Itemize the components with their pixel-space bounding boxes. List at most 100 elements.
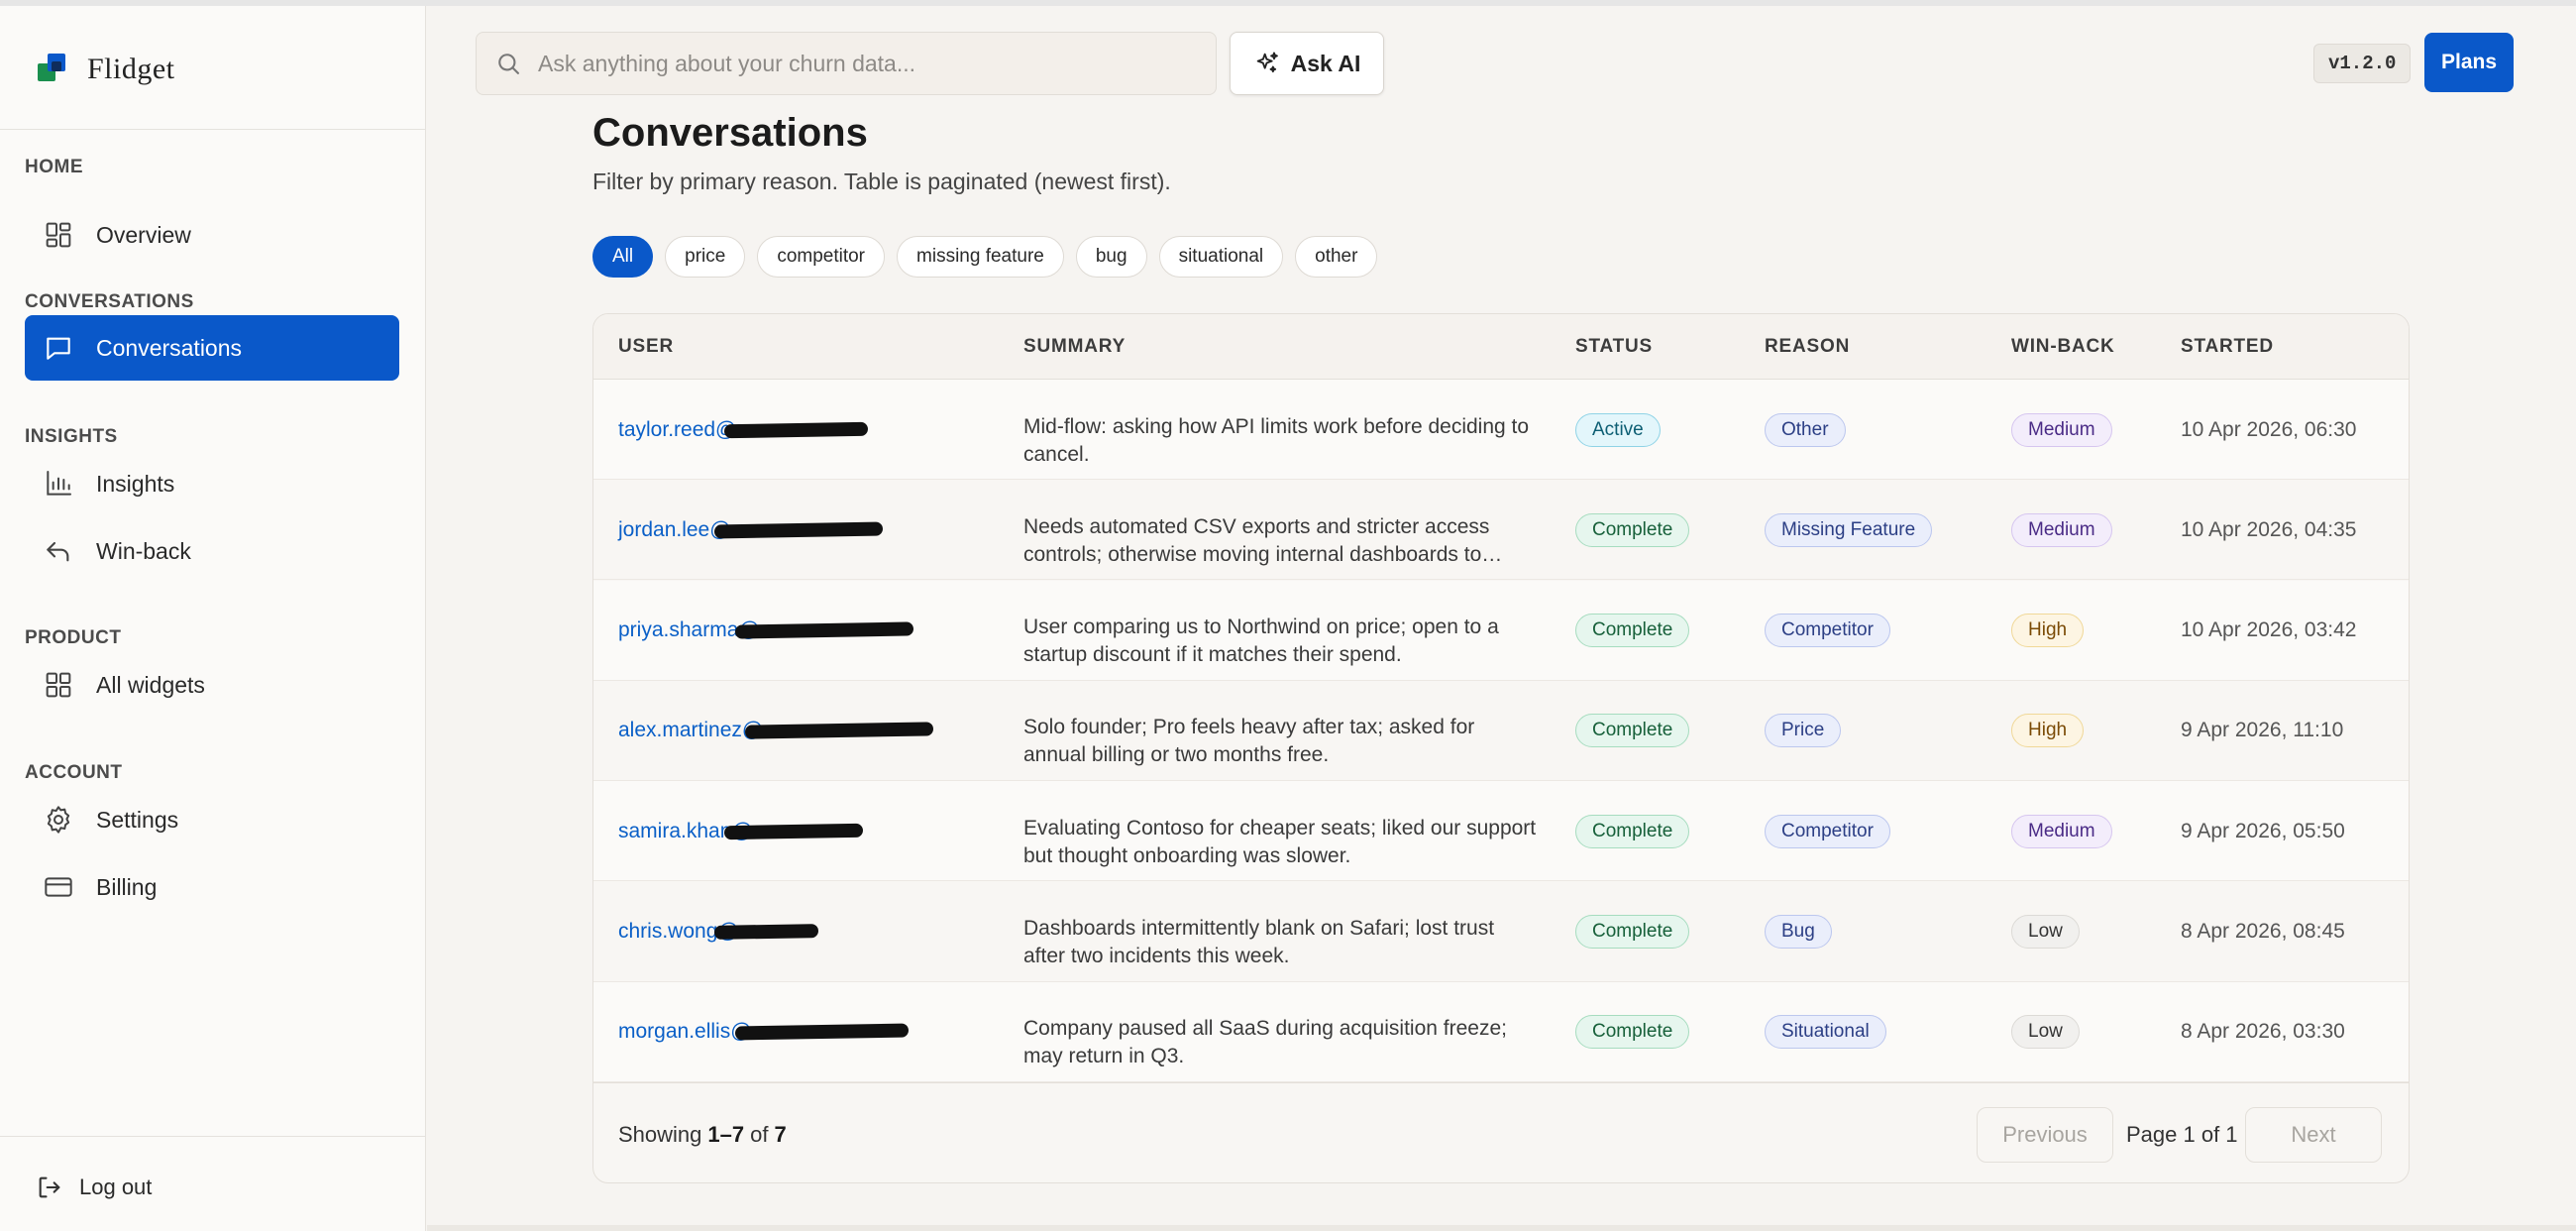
started-date: 8 Apr 2026, 03:30 [2181, 1020, 2345, 1044]
column-header-status[interactable]: STATUS [1575, 314, 1653, 380]
started-date: 9 Apr 2026, 05:50 [2181, 819, 2345, 842]
winback-cell: Low [2011, 882, 2080, 982]
filter-chip-missing-feature[interactable]: missing feature [897, 236, 1064, 278]
winback-badge: Medium [2011, 512, 2112, 547]
user-email-link[interactable]: jordan.lee@ [618, 518, 883, 542]
column-header-summary[interactable]: SUMMARY [1023, 314, 1126, 380]
logout-button[interactable]: Log out [36, 1174, 152, 1201]
reason-cell: Other [1765, 380, 1846, 480]
table-row[interactable]: jordan.lee@ Needs automated CSV exports a… [593, 480, 2409, 581]
sidebar-item-win-back[interactable]: Win-back [25, 518, 399, 584]
summary-text: Company paused all SaaS during acquisiti… [1023, 1017, 1507, 1068]
conversations-table: USER SUMMARY STATUS REASON WIN-BACK STAR… [592, 313, 2410, 1183]
user-email-link[interactable]: alex.martinez@ [618, 719, 934, 742]
sidebar-item-label: Conversations [96, 334, 243, 361]
column-header-reason[interactable]: REASON [1765, 314, 1850, 380]
app-name: Flidget [87, 53, 175, 85]
user-email-link[interactable]: priya.sharma@ [618, 618, 913, 642]
plans-button[interactable]: Plans [2424, 33, 2514, 92]
summary-text: User comparing us to Northwind on price;… [1023, 616, 1499, 667]
status-badge: Complete [1575, 915, 1690, 949]
sidebar-item-label: Billing [96, 873, 158, 900]
summary-text: Solo founder; Pro feels heavy after tax;… [1023, 716, 1475, 767]
reason-badge: Competitor [1765, 614, 1890, 648]
filter-chip-competitor[interactable]: competitor [757, 236, 886, 278]
table-row[interactable]: chris.wong@ Dashboards intermittently bla… [593, 882, 2409, 982]
filter-chip-other[interactable]: other [1295, 236, 1378, 278]
started-cell: 10 Apr 2026, 06:30 [2181, 380, 2357, 480]
user-cell: taylor.reed@ [618, 380, 869, 480]
redaction-mark [734, 621, 913, 639]
sidebar-item-label: All widgets [96, 671, 205, 698]
status-badge: Complete [1575, 512, 1690, 547]
summary-cell: Dashboards intermittently blank on Safar… [1023, 882, 1539, 982]
column-header-user[interactable]: USER [618, 314, 674, 380]
started-cell: 8 Apr 2026, 08:45 [2181, 882, 2345, 982]
summary-cell: User comparing us to Northwind on price;… [1023, 581, 1539, 681]
table-row[interactable]: samira.khan@ Evaluating Contoso for cheap… [593, 781, 2409, 882]
status-cell: Complete [1575, 581, 1690, 681]
sparkles-icon [1256, 52, 1278, 73]
logo-icon [38, 52, 73, 87]
sidebar-item-overview[interactable]: Overview [25, 202, 399, 268]
status-badge: Active [1575, 412, 1661, 447]
redaction-mark [713, 521, 883, 539]
search-icon [498, 54, 519, 74]
column-header-winback[interactable]: WIN-BACK [2011, 314, 2115, 380]
filter-chip-situational[interactable]: situational [1158, 236, 1284, 278]
filter-chip-price[interactable]: price [665, 236, 746, 278]
started-cell: 10 Apr 2026, 04:35 [2181, 480, 2357, 580]
reason-filter-chips: All price competitor missing feature bug situ… [592, 236, 1378, 278]
filter-chip-bug[interactable]: bug [1075, 236, 1147, 278]
user-cell: jordan.lee@ [618, 480, 883, 580]
user-email-link[interactable]: morgan.ellis@ [618, 1020, 909, 1044]
started-date: 10 Apr 2026, 04:35 [2181, 517, 2357, 541]
reason-badge: Competitor [1765, 814, 1890, 848]
status-cell: Complete [1575, 982, 1690, 1082]
user-email-link[interactable]: samira.khan@ [618, 820, 864, 843]
winback-cell: High [2011, 681, 2085, 781]
sidebar-item-conversations[interactable]: Conversations [25, 315, 399, 381]
summary-cell: Evaluating Contoso for cheaper seats; li… [1023, 781, 1539, 881]
table-row[interactable]: priya.sharma@ User comparing us to Northw… [593, 580, 2409, 681]
user-cell: priya.sharma@ [618, 581, 913, 681]
summary-cell: Solo founder; Pro feels heavy after tax;… [1023, 681, 1539, 781]
table-row[interactable]: alex.martinez@ Solo founder; Pro feels he… [593, 681, 2409, 781]
sidebar-item-billing[interactable]: Billing [25, 854, 399, 920]
reason-cell: Competitor [1765, 781, 1890, 881]
winback-badge: Medium [2011, 814, 2112, 848]
search-bar[interactable] [476, 32, 1217, 95]
redaction-mark [713, 924, 818, 940]
redaction-mark [724, 823, 864, 839]
page-title: Conversations [592, 111, 868, 155]
winback-badge: Low [2011, 915, 2080, 949]
user-email-link[interactable]: taylor.reed@ [618, 418, 869, 442]
redaction-mark [724, 421, 869, 438]
gear-icon [43, 804, 74, 836]
sidebar-item-insights[interactable]: Insights [25, 451, 399, 516]
sidebar-item-all-widgets[interactable]: All widgets [25, 652, 399, 718]
column-header-started[interactable]: STARTED [2181, 314, 2274, 380]
redaction-mark [745, 722, 934, 740]
status-cell: Complete [1575, 681, 1690, 781]
showing-prefix: Showing [618, 1121, 702, 1147]
user-email-link[interactable]: chris.wong@ [618, 920, 818, 944]
reason-cell: Situational [1765, 982, 1886, 1082]
summary-cell: Needs automated CSV exports and stricter… [1023, 480, 1539, 580]
page-indicator: Page 1 of 1 [2126, 1121, 2238, 1147]
sidebar-item-settings[interactable]: Settings [25, 787, 399, 852]
filter-chip-All[interactable]: All [592, 236, 654, 278]
table-row[interactable]: taylor.reed@ Mid-flow: asking how API lim… [593, 380, 2409, 480]
search-input[interactable] [538, 50, 1172, 77]
ask-ai-button[interactable]: Ask AI [1230, 32, 1384, 95]
app-logo[interactable]: Flidget [38, 52, 175, 87]
table-row[interactable]: morgan.ellis@ Company paused all SaaS dur… [593, 981, 2409, 1082]
started-cell: 9 Apr 2026, 05:50 [2181, 781, 2345, 881]
winback-badge: High [2011, 714, 2085, 748]
next-page-button[interactable]: Next [2245, 1107, 2382, 1163]
reason-badge: Situational [1765, 1015, 1886, 1050]
status-cell: Complete [1575, 480, 1690, 580]
previous-page-button[interactable]: Previous [1977, 1107, 2113, 1163]
bar-chart-icon [43, 468, 74, 500]
chat-icon [43, 332, 74, 364]
